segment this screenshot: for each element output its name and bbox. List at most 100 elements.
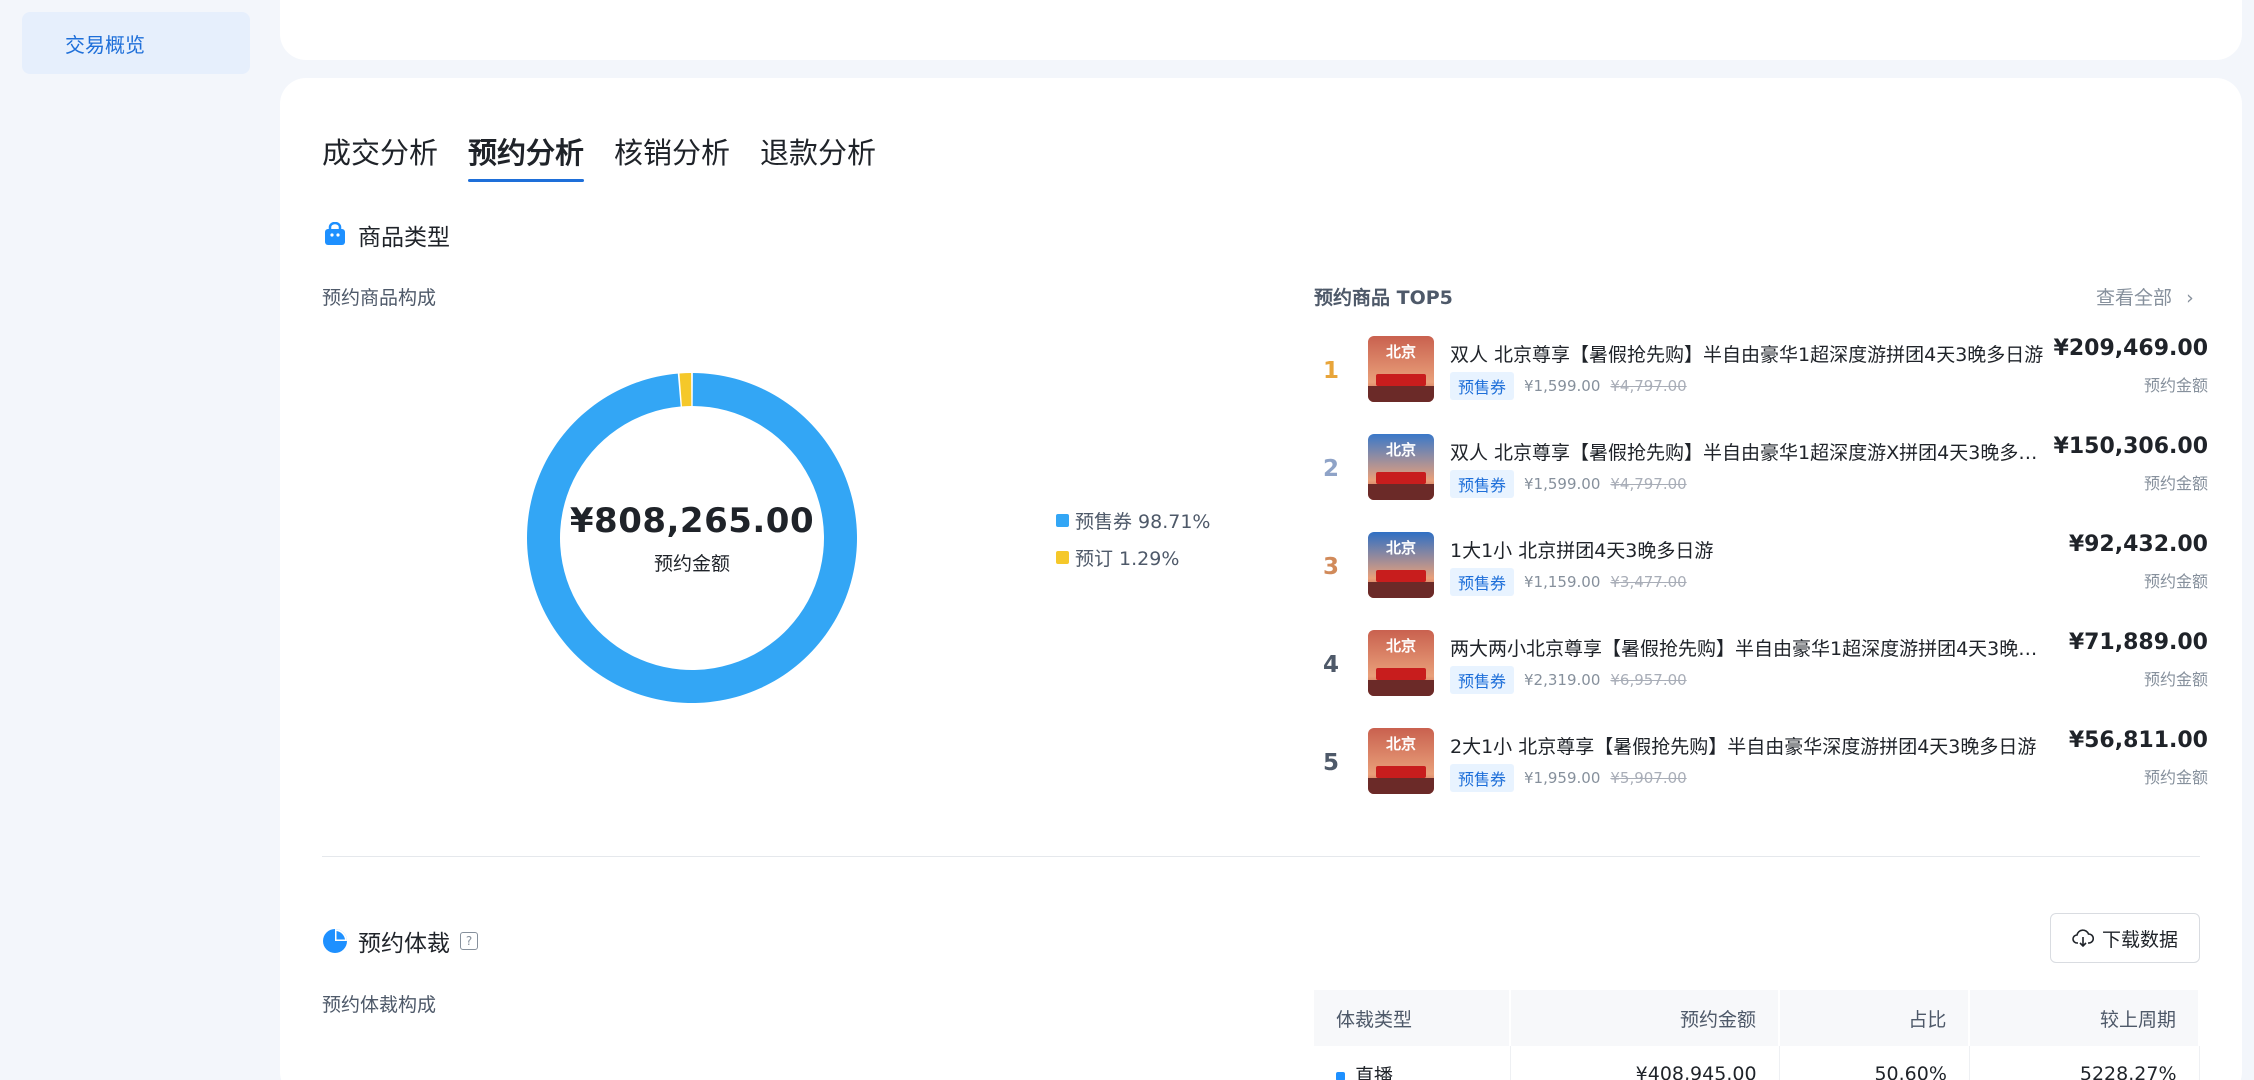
table-header-change: 较上周期 — [1969, 990, 2200, 1046]
product-original-price: ¥5,907.00 — [1610, 769, 1687, 787]
table-header-ratio: 占比 — [1779, 990, 1971, 1046]
table-header-type: 体裁类型 — [1314, 990, 1512, 1046]
product-amount-label: 预约金额 — [2143, 572, 2208, 591]
product-name[interactable]: 两大两小北京尊享【暑假抢先购】半自由豪华1超深度游拼团4天3晚多... — [1450, 634, 2054, 661]
product-amount: ¥92,432.00 — [2068, 532, 2208, 557]
chevron-right-icon: › — [2186, 287, 2194, 309]
product-name[interactable]: 1大1小 北京拼团4天3晚多日游 — [1450, 536, 2054, 563]
product-thumbnail[interactable]: 北京 — [1368, 434, 1434, 500]
donut-center: ¥808,265.00 预约金额 — [522, 368, 862, 708]
analysis-tabs: 成交分析 预约分析 核销分析 退款分析 — [322, 130, 876, 182]
top5-item[interactable]: 3 北京 1大1小 北京拼团4天3晚多日游 预售券 ¥1,159.00 ¥3,4… — [1314, 532, 2208, 630]
thumbnail-caption: 北京 — [1385, 637, 1416, 655]
legend-item[interactable]: 预售券 98.71% — [1056, 502, 1211, 539]
legend-swatch — [1056, 514, 1069, 527]
product-meta: 预售券 ¥1,599.00 ¥4,797.00 — [1450, 372, 1687, 400]
rank-number: 4 — [1322, 652, 1339, 678]
table-row[interactable]: 直播 ¥408,945.00 50.60% 5228.27% — [1314, 1046, 2200, 1080]
product-composition-title: 预约商品构成 — [322, 287, 437, 309]
top5-item[interactable]: 1 北京 双人 北京尊享【暑假抢先购】半自由豪华1超深度游拼团4天3晚多日游 预… — [1314, 336, 2208, 434]
top5-item[interactable]: 5 北京 2大1小 北京尊享【暑假抢先购】半自由豪华深度游拼团4天3晚多日游 预… — [1314, 728, 2208, 826]
rank-number: 3 — [1322, 554, 1339, 580]
top5-item[interactable]: 4 北京 两大两小北京尊享【暑假抢先购】半自由豪华1超深度游拼团4天3晚多...… — [1314, 630, 2208, 728]
product-amount-label: 预约金额 — [2143, 474, 2208, 493]
view-all-link[interactable]: 查看全部 › — [2096, 283, 2194, 310]
product-name[interactable]: 双人 北京尊享【暑假抢先购】半自由豪华1超深度游X拼团4天3晚多日... — [1450, 438, 2054, 465]
product-price: ¥1,599.00 — [1524, 475, 1601, 493]
table-header-row: 体裁类型 预约金额 占比 较上周期 — [1314, 990, 2200, 1046]
product-amount-label: 预约金额 — [2143, 670, 2208, 689]
legend-label: 预售券 98.71% — [1075, 511, 1211, 533]
product-original-price: ¥4,797.00 — [1610, 377, 1687, 395]
product-price: ¥1,959.00 — [1524, 769, 1601, 787]
thumbnail-caption: 北京 — [1385, 539, 1416, 557]
product-amount: ¥56,811.00 — [2068, 728, 2208, 753]
donut-legend: 预售券 98.71% 预订 1.29% — [1056, 502, 1211, 576]
product-thumbnail[interactable]: 北京 — [1368, 532, 1434, 598]
thumbnail-caption: 北京 — [1385, 343, 1416, 361]
sidebar-item-label: 交易概览 — [65, 32, 145, 57]
pie-chart-icon — [323, 929, 347, 953]
view-all-label: 查看全部 — [2096, 287, 2173, 309]
product-badge: 预售券 — [1450, 666, 1515, 694]
sidebar-item-transaction-overview[interactable]: 交易概览 — [22, 12, 250, 74]
product-meta: 预售券 ¥1,599.00 ¥4,797.00 — [1450, 470, 1687, 498]
product-type-header: 商品类型 — [322, 218, 450, 252]
donut-chart: ¥808,265.00 预约金额 — [522, 368, 862, 708]
donut-amount: ¥808,265.00 — [569, 500, 815, 541]
tab-booking-analysis[interactable]: 预约分析 — [468, 130, 585, 182]
format-table: 体裁类型 预约金额 占比 较上周期 直播 ¥408,945.00 50.60% … — [1314, 990, 2200, 1080]
product-original-price: ¥6,957.00 — [1610, 671, 1687, 689]
product-name[interactable]: 双人 北京尊享【暑假抢先购】半自由豪华1超深度游拼团4天3晚多日游 — [1450, 340, 2054, 367]
tab-verification-analysis[interactable]: 核销分析 — [614, 130, 730, 180]
thumbnail-caption: 北京 — [1385, 735, 1416, 753]
shop-bag-icon — [325, 222, 345, 245]
product-badge: 预售券 — [1450, 764, 1515, 792]
product-amount: ¥209,469.00 — [2053, 336, 2208, 361]
product-name[interactable]: 2大1小 北京尊享【暑假抢先购】半自由豪华深度游拼团4天3晚多日游 — [1450, 732, 2054, 759]
product-original-price: ¥4,797.00 — [1610, 475, 1687, 493]
product-badge: 预售券 — [1450, 372, 1515, 400]
cloud-download-icon — [2072, 929, 2094, 948]
product-original-price: ¥3,477.00 — [1610, 573, 1687, 591]
table-header-amount: 预约金额 — [1510, 990, 1781, 1046]
rank-number: 2 — [1322, 456, 1339, 482]
product-thumbnail[interactable]: 北京 — [1368, 630, 1434, 696]
tab-deal-analysis[interactable]: 成交分析 — [322, 130, 438, 180]
legend-item[interactable]: 预订 1.29% — [1056, 539, 1211, 576]
product-price: ¥1,599.00 — [1524, 377, 1601, 395]
rank-number: 1 — [1322, 358, 1339, 384]
table-cell-amount: ¥408,945.00 — [1510, 1046, 1780, 1080]
product-badge: 预售券 — [1450, 470, 1515, 498]
thumbnail-caption: 北京 — [1385, 441, 1416, 459]
top5-item[interactable]: 2 北京 双人 北京尊享【暑假抢先购】半自由豪华1超深度游X拼团4天3晚多日..… — [1314, 434, 2208, 532]
product-thumbnail[interactable]: 北京 — [1368, 728, 1434, 794]
product-thumbnail[interactable]: 北京 — [1368, 336, 1434, 402]
rank-number: 5 — [1322, 750, 1339, 776]
product-meta: 预售券 ¥1,159.00 ¥3,477.00 — [1450, 568, 1687, 596]
format-header: 预约体裁 ? — [322, 924, 478, 958]
product-badge: 预售券 — [1450, 568, 1515, 596]
format-composition-title: 预约体裁构成 — [322, 994, 437, 1016]
download-data-button[interactable]: 下载数据 — [2050, 913, 2200, 963]
table-cell-type: 直播 — [1314, 1046, 1511, 1080]
product-price: ¥2,319.00 — [1524, 671, 1601, 689]
top5-list: 1 北京 双人 北京尊享【暑假抢先购】半自由豪华1超深度游拼团4天3晚多日游 预… — [1314, 336, 2208, 826]
product-meta: 预售券 ¥2,319.00 ¥6,957.00 — [1450, 666, 1687, 694]
product-amount: ¥71,889.00 — [2068, 630, 2208, 655]
format-title: 预约体裁 — [358, 931, 450, 957]
donut-amount-label: 预约金额 — [653, 552, 730, 575]
help-icon[interactable]: ? — [460, 932, 478, 950]
download-label: 下载数据 — [2101, 928, 2178, 951]
product-type-title: 商品类型 — [358, 225, 450, 251]
divider — [322, 856, 2200, 857]
product-amount: ¥150,306.00 — [2053, 434, 2208, 459]
main-card: 成交分析 预约分析 核销分析 退款分析 商品类型 预约商品构成 ¥808,265… — [280, 78, 2242, 1080]
legend-swatch — [1056, 551, 1069, 564]
table-cell-change: 5228.27% — [1969, 1046, 2200, 1080]
product-amount-label: 预约金额 — [2143, 376, 2208, 395]
row-type-label: 直播 — [1355, 1064, 1394, 1080]
product-amount-label: 预约金额 — [2143, 768, 2208, 787]
row-color-dot — [1336, 1071, 1345, 1080]
tab-refund-analysis[interactable]: 退款分析 — [760, 130, 876, 180]
